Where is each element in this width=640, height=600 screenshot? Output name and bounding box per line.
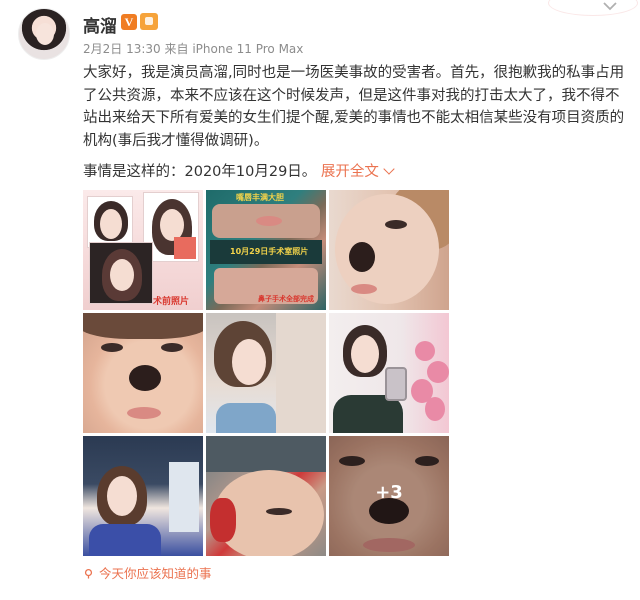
post-image-6[interactable] — [329, 313, 449, 433]
expand-button[interactable]: 展开全文 — [321, 163, 395, 180]
topic-link[interactable]: 今天你应该知道的事 — [83, 563, 212, 582]
avatar[interactable] — [18, 8, 70, 60]
post-meta: 2月2日 13:30 来自 iPhone 11 Pro Max — [83, 40, 303, 57]
vip-level-icon — [140, 13, 158, 30]
verified-icon: V — [121, 14, 137, 30]
post-image-5[interactable] — [206, 313, 326, 433]
chevron-down-icon[interactable] — [596, 0, 624, 18]
image-2-caption-bottom: 鼻子手术全部完成 — [258, 295, 314, 303]
post-source: 来自 iPhone 11 Pro Max — [164, 42, 304, 56]
post-image-1[interactable]: 术前照片 — [83, 190, 203, 310]
post-date-line: 事情是这样的：2020年10月29日。 展开全文 — [83, 160, 395, 181]
image-1-caption: 术前照片 — [153, 297, 190, 307]
expand-label[interactable]: 展开全文 — [321, 164, 379, 180]
topic-label[interactable]: 今天你应该知道的事 — [99, 566, 212, 581]
post-image-3[interactable] — [329, 190, 449, 310]
more-images-count[interactable]: +3 — [329, 482, 449, 503]
post-image-7[interactable] — [83, 436, 203, 556]
post-image-4[interactable] — [83, 313, 203, 433]
image-2-caption-top: 嘴唇丰满大胆 — [236, 193, 284, 202]
post-text: 大家好，我是演员高溜,同时也是一场医美事故的受害者。首先，很抱歉我的私事占用了公… — [83, 65, 625, 149]
image-grid: 术前照片 嘴唇丰满大胆 10月29日手术室照片 鼻子手术全部完成 +3 — [83, 190, 449, 556]
post-image-2[interactable]: 嘴唇丰满大胆 10月29日手术室照片 鼻子手术全部完成 — [206, 190, 326, 310]
post-image-8[interactable] — [206, 436, 326, 556]
topic-icon — [84, 569, 93, 579]
author-name[interactable]: 高溜 — [83, 12, 117, 37]
post-image-9[interactable]: +3 — [329, 436, 449, 556]
post-date-line-text: 事情是这样的：2020年10月29日。 — [83, 164, 317, 180]
watermark-stamp — [548, 0, 638, 16]
chevron-down-icon — [383, 163, 395, 175]
image-2-caption-mid: 10月29日手术室照片 — [230, 247, 309, 256]
weibo-post: 高溜 V 2月2日 13:30 来自 iPhone 11 Pro Max 大家好… — [0, 0, 640, 600]
post-date[interactable]: 2月2日 13:30 — [83, 42, 161, 56]
